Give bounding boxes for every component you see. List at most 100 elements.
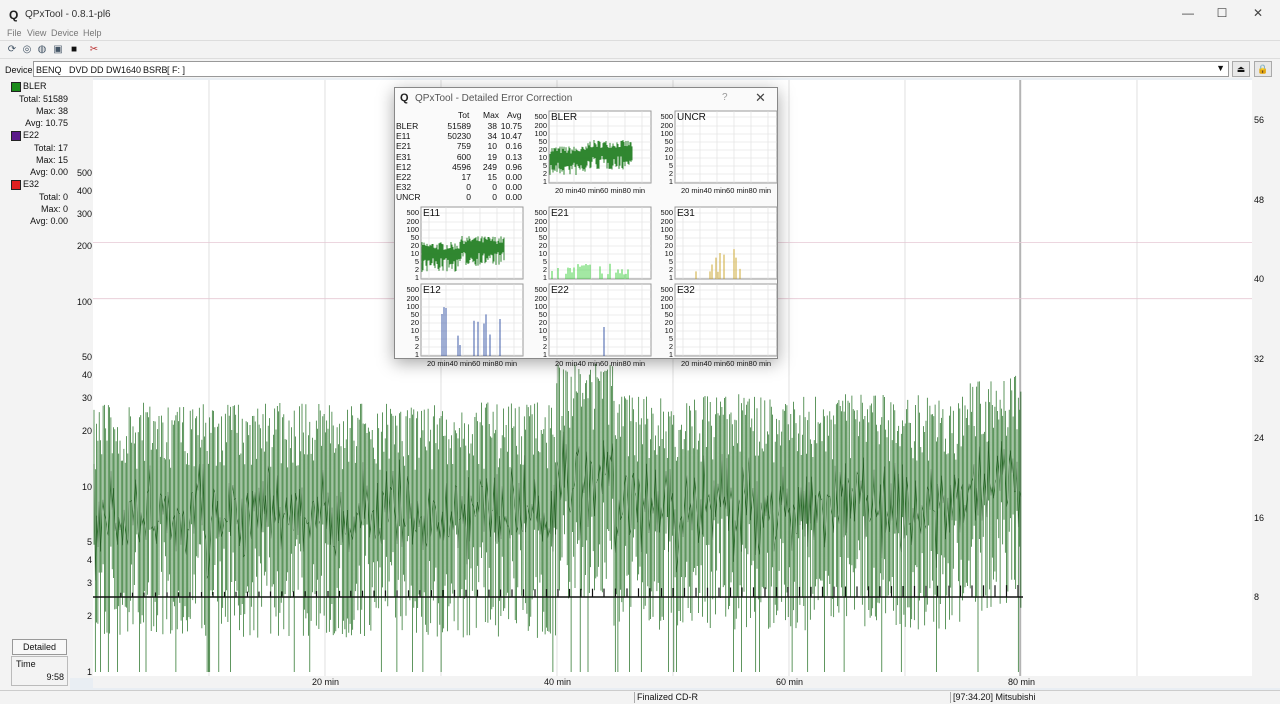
- y-tick: 1: [86, 667, 92, 677]
- y-tick: 300: [76, 209, 92, 219]
- legend-e32: E32: [11, 179, 71, 190]
- time-value: 9:58: [46, 672, 64, 682]
- status-bar: Finalized CD-R [97:34.20] Mitsubishi: [0, 690, 1280, 704]
- legend-bler: BLER: [11, 81, 71, 92]
- title-bar: Q QPxTool - 0.8.1-pl6 — ☐ ✕: [0, 0, 1280, 28]
- y-tick: 2: [86, 611, 92, 621]
- mini-chart-e11: E1150020010050201052120 min40 min60 min8…: [399, 206, 525, 292]
- y-right-tick: 48: [1254, 195, 1265, 205]
- legend-e22: E22: [11, 130, 71, 141]
- e32-swatch: [11, 179, 21, 190]
- mini-y-tick: 500: [534, 208, 547, 217]
- mini-y-tick: 500: [406, 208, 419, 217]
- mini-y-tick: 1: [668, 177, 673, 186]
- mini-y-tick: 500: [660, 285, 673, 294]
- y-tick: 3: [86, 578, 92, 588]
- error-avg-cell: 0.00: [505, 192, 522, 203]
- error-avg-cell: 0.00: [505, 182, 522, 193]
- error-max-cell: 0: [492, 182, 497, 193]
- disc-info-icon[interactable]: ◎: [21, 44, 33, 56]
- y-tick: 4: [86, 555, 92, 565]
- maximize-button[interactable]: ☐: [1209, 6, 1235, 22]
- y-tick: 10: [81, 482, 92, 492]
- error-avg-cell: 10.75: [500, 121, 522, 131]
- col-max: Max: [483, 110, 500, 120]
- menu-help[interactable]: Help: [83, 28, 102, 38]
- menu-view[interactable]: View: [27, 28, 46, 38]
- test-icon[interactable]: ◍: [36, 44, 48, 56]
- refresh-icon[interactable]: ⟳: [6, 44, 18, 56]
- mini-x-ticks: 20 min40 min60 min80 min: [555, 186, 646, 195]
- mini-chart-e12: E12 500 200 100 50 20 10 5 2 1 20 min40 min60 min8…: [399, 283, 525, 369]
- error-max-cell: 249: [482, 161, 497, 172]
- y-right-tick: 56: [1254, 115, 1265, 125]
- error-avg-cell: 10.47: [500, 131, 522, 142]
- device-fw: BSRB: [143, 65, 168, 75]
- detailed-button[interactable]: Detailed: [12, 639, 67, 655]
- y-axis: 500 400 300 200 100 50 40 30 20 10 5 4 3…: [70, 78, 93, 678]
- y-tick: 100: [76, 297, 92, 307]
- bler-avg: Avg: 10.75: [25, 118, 68, 128]
- menu-file[interactable]: File: [7, 28, 22, 38]
- mini-y-tick: 1: [542, 273, 547, 282]
- mini-chart-title: E31: [677, 208, 695, 219]
- save-icon[interactable]: ▣: [52, 44, 64, 56]
- y-tick: 5: [86, 537, 92, 547]
- mini-x-ticks: 20 min40 min60 min80 min: [681, 359, 772, 368]
- device-select[interactable]: BENQ DVD DD DW1640 BSRB [ F: ] ▼: [33, 61, 1229, 77]
- x-tick: 80 min: [1008, 677, 1036, 687]
- error-tot-cell: 17: [461, 172, 471, 182]
- y-tick: 40: [81, 370, 92, 380]
- lock-icon[interactable]: 🔒: [1254, 61, 1272, 77]
- help-button[interactable]: ?: [722, 92, 728, 103]
- mini-y-tick: 1: [542, 350, 547, 359]
- mini-chart-e21: E2150020010050201052120 min40 min60 min8…: [527, 206, 653, 292]
- window-title: QPxTool - 0.8.1-pl6: [25, 9, 111, 20]
- tools-icon[interactable]: ✂: [88, 44, 100, 56]
- bler-total: Total: 51589: [18, 94, 68, 104]
- device-drive: [ F: ]: [167, 65, 185, 75]
- dialog-close-button[interactable]: ✕: [755, 90, 766, 106]
- col-tot: Tot: [458, 110, 470, 120]
- error-tot-cell: 51589: [447, 121, 471, 131]
- mini-y-tick: 1: [668, 273, 673, 282]
- stop-icon[interactable]: ■: [68, 44, 80, 56]
- device-label: Device:: [5, 65, 36, 75]
- y-right-tick: 8: [1254, 592, 1260, 602]
- device-vendor: BENQ: [36, 65, 62, 75]
- mini-x-ticks: 20 min40 min60 min80 min: [681, 186, 772, 195]
- legend-e22-label: E22: [23, 130, 40, 140]
- error-max-cell: 0: [492, 192, 497, 203]
- error-max-cell: 38: [487, 121, 497, 131]
- mini-y-tick: 500: [406, 285, 419, 294]
- error-name-cell: BLER: [396, 121, 419, 131]
- menu-device[interactable]: Device: [51, 28, 79, 38]
- mini-y-tick: 1: [414, 350, 419, 359]
- y-tick: 20: [81, 426, 92, 436]
- minimize-button[interactable]: —: [1175, 6, 1201, 22]
- mini-chart-e31: E3150020010050201052120 min40 min60 min8…: [653, 206, 779, 292]
- x-tick: 40 min: [544, 677, 572, 687]
- e32-total: Total: 0: [38, 192, 68, 202]
- legend-bler-label: BLER: [23, 81, 47, 91]
- status-info: [97:34.20] Mitsubishi: [950, 692, 1036, 703]
- error-avg-cell: 0.13: [505, 151, 522, 162]
- chevron-down-icon[interactable]: ▼: [1216, 63, 1225, 73]
- error-tot-cell: 4596: [452, 161, 471, 172]
- close-button[interactable]: ✕: [1245, 6, 1271, 22]
- error-name-cell: E11: [396, 131, 411, 142]
- mini-y-tick: 1: [414, 273, 419, 282]
- dialog-title: QPxTool - Detailed Error Correction: [415, 93, 573, 104]
- y-right-tick: 40: [1254, 274, 1265, 284]
- x-tick: 20 min: [312, 677, 340, 687]
- detailed-error-dialog: Q QPxTool - Detailed Error Correction ? …: [394, 87, 779, 368]
- toolbar: ⟳ ◎ ◍ ▣ ■ ✂: [0, 40, 1280, 58]
- y-tick: 400: [76, 186, 92, 196]
- bler-series: [93, 363, 1022, 672]
- error-avg-cell: 0.96: [505, 161, 522, 172]
- error-avg-cell: 0.00: [505, 172, 522, 182]
- eject-icon[interactable]: ⏏: [1232, 61, 1250, 77]
- time-box: Time 9:58: [11, 656, 68, 686]
- mini-x-ticks: 20 min40 min60 min80 min: [555, 359, 646, 368]
- e22-avg: Avg: 0.00: [30, 167, 68, 177]
